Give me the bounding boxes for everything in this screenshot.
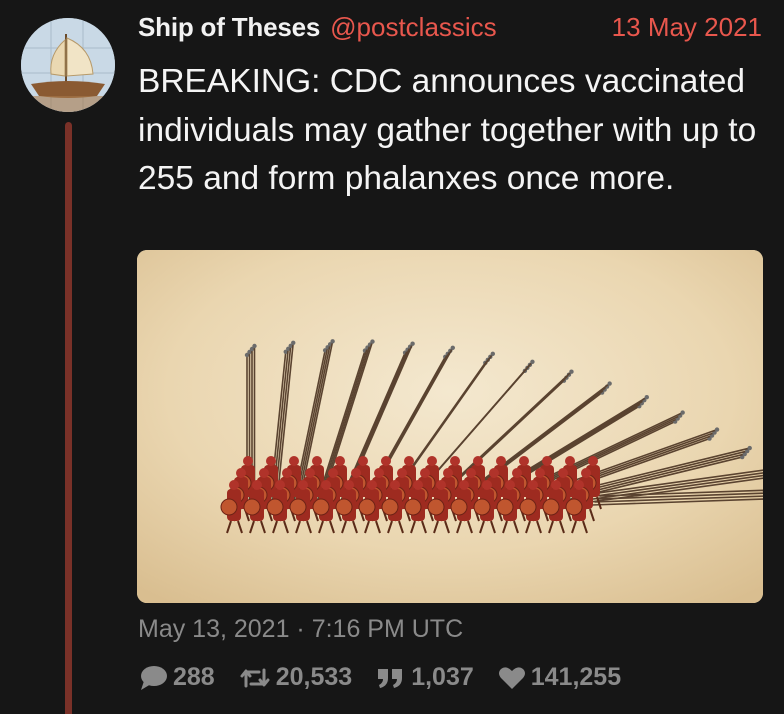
retweet-count: 20,533 (275, 663, 353, 691)
author-avatar[interactable] (21, 18, 115, 112)
thread-line (65, 122, 72, 714)
tweet-stats: 288 20,533 1,037 141,255 (138, 663, 645, 692)
quote-icon (376, 667, 406, 689)
author-display-name[interactable]: Ship of Theses (138, 12, 320, 43)
phalanx-illustration (137, 250, 763, 603)
author-handle[interactable]: @postclassics (330, 12, 497, 43)
reply-icon (138, 665, 168, 691)
quote-count: 1,037 (411, 663, 474, 691)
reply-count: 288 (173, 663, 215, 691)
quote-stat[interactable]: 1,037 (376, 663, 474, 692)
like-stat[interactable]: 141,255 (498, 663, 621, 692)
tweet-text: BREAKING: CDC announces vaccinated indiv… (138, 63, 757, 197)
tweet-view: Ship of Theses @postclassics 13 May 2021… (0, 0, 784, 714)
tweet-media[interactable] (137, 250, 763, 603)
tweet-header: Ship of Theses @postclassics 13 May 2021 (138, 12, 762, 48)
tweet-date[interactable]: 13 May 2021 (612, 12, 762, 43)
tweet-timestamp[interactable]: May 13, 2021 · 7:16 PM UTC (138, 615, 463, 644)
retweet-icon (239, 666, 271, 690)
heart-icon (498, 666, 526, 690)
retweet-stat[interactable]: 20,533 (239, 663, 352, 692)
like-count: 141,255 (530, 663, 622, 691)
ship-avatar-icon (21, 18, 115, 112)
reply-stat[interactable]: 288 (138, 663, 215, 692)
